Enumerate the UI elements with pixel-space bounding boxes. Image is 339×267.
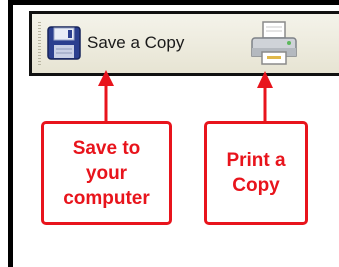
- window-frame-left: [8, 0, 13, 267]
- screenshot-stage: Save a Copy Save to your computer Print …: [0, 0, 339, 267]
- printer-icon: [251, 21, 297, 65]
- arrow-save: [98, 70, 114, 121]
- print-button[interactable]: [250, 18, 298, 68]
- toolbar: Save a Copy: [29, 11, 339, 76]
- arrow-print: [257, 71, 273, 121]
- window-frame-top: [8, 0, 339, 5]
- callout-print-a-copy: Print a Copy: [204, 121, 308, 225]
- toolbar-grip[interactable]: [38, 22, 41, 66]
- save-a-copy-button[interactable]: Save a Copy: [46, 19, 246, 67]
- floppy-disk-icon: [47, 26, 81, 60]
- callout-save-to-computer: Save to your computer: [41, 121, 172, 225]
- save-a-copy-label: Save a Copy: [87, 33, 185, 52]
